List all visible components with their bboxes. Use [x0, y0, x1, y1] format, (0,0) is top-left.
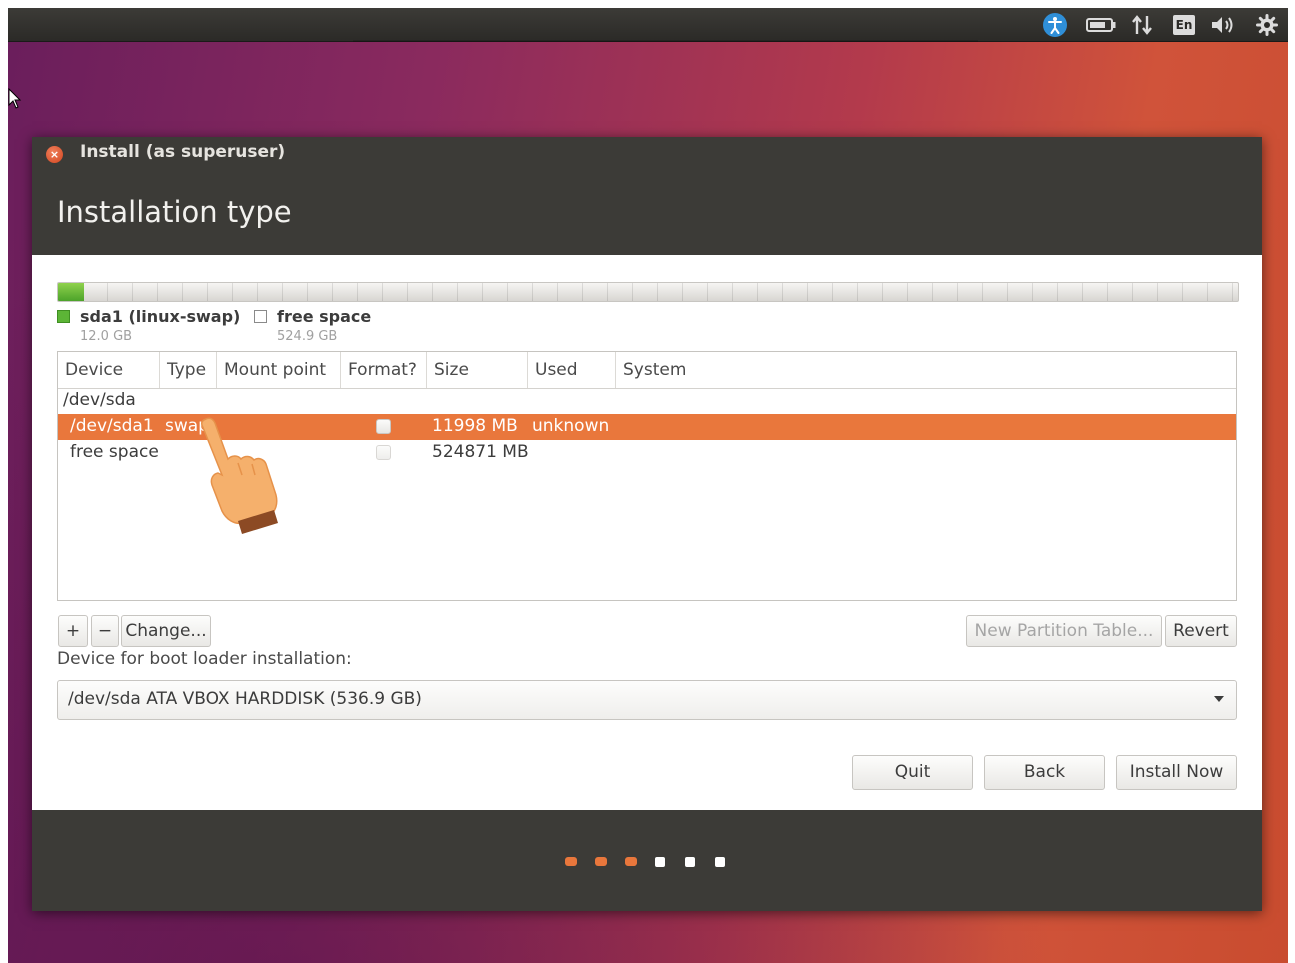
change-partition-button[interactable]: Change...: [121, 615, 211, 647]
legend-size-free: 524.9 GB: [277, 329, 338, 344]
legend-label-free: free space: [277, 307, 372, 326]
desktop: En × Install (as superuser) Installation…: [8, 8, 1288, 963]
column-format[interactable]: Format?: [341, 352, 427, 388]
format-checkbox[interactable]: [376, 419, 391, 434]
column-device[interactable]: Device: [58, 352, 160, 388]
progress-footer: [32, 810, 1262, 911]
column-system[interactable]: System: [616, 352, 1236, 388]
bootloader-device-select[interactable]: /dev/sda ATA VBOX HARDDISK (536.9 GB): [57, 680, 1237, 720]
settings-gear-icon[interactable]: [1253, 12, 1281, 38]
new-partition-table-button[interactable]: New Partition Table...: [966, 615, 1162, 647]
installer-window: × Install (as superuser) Installation ty…: [32, 137, 1262, 911]
window-titlebar: × Install (as superuser) Installation ty…: [32, 137, 1262, 255]
bootloader-selected-value: /dev/sda ATA VBOX HARDDISK (536.9 GB): [68, 689, 422, 709]
remove-partition-button[interactable]: −: [91, 615, 119, 647]
progress-dot-pending: [655, 857, 665, 867]
cell-used: unknown: [532, 416, 610, 436]
legend-size-swap: 12.0 GB: [80, 329, 133, 344]
table-row[interactable]: /dev/sda: [58, 388, 1236, 414]
page-title: Installation type: [57, 195, 292, 229]
partition-bar: [57, 282, 1239, 302]
bootloader-label: Device for boot loader installation:: [57, 649, 352, 669]
mouse-cursor-icon: [8, 88, 22, 109]
cell-device: /dev/sda1: [70, 416, 154, 436]
battery-icon[interactable]: [1084, 12, 1118, 38]
top-panel: En: [8, 8, 1288, 42]
language-indicator: En: [1173, 15, 1195, 35]
accessibility-icon[interactable]: [1040, 12, 1070, 38]
cell-size: 524871 MB: [432, 442, 529, 462]
cell-device: free space: [70, 442, 159, 462]
back-button[interactable]: Back: [984, 755, 1105, 790]
cell-device: /dev/sda: [63, 390, 136, 410]
install-now-button[interactable]: Install Now: [1116, 755, 1237, 790]
column-mount-point[interactable]: Mount point: [217, 352, 341, 388]
progress-dot-done: [625, 857, 637, 866]
add-partition-button[interactable]: +: [58, 615, 88, 647]
column-size[interactable]: Size: [427, 352, 528, 388]
window-title: Install (as superuser): [80, 142, 286, 162]
network-transfer-icon[interactable]: [1128, 12, 1156, 38]
installer-content: sda1 (linux-swap) 12.0 GB free space 524…: [32, 255, 1262, 810]
format-checkbox[interactable]: [376, 445, 391, 460]
column-type[interactable]: Type: [160, 352, 217, 388]
legend-swatch-free: [254, 310, 267, 323]
table-header: Device Type Mount point Format? Size Use…: [58, 352, 1236, 389]
keyboard-layout-icon[interactable]: En: [1170, 12, 1198, 38]
cell-size: 11998 MB: [432, 416, 518, 436]
volume-icon[interactable]: [1208, 12, 1240, 38]
partition-bar-swap-segment: [58, 283, 85, 301]
progress-dot-pending: [715, 857, 725, 867]
quit-button[interactable]: Quit: [852, 755, 973, 790]
column-used[interactable]: Used: [528, 352, 616, 388]
legend-swatch-swap: [57, 310, 70, 323]
legend-label-swap: sda1 (linux-swap): [80, 307, 241, 326]
progress-dot-pending: [685, 857, 695, 867]
close-icon[interactable]: ×: [46, 146, 63, 163]
progress-dot-done: [595, 857, 607, 866]
chevron-down-icon: [1214, 696, 1224, 702]
revert-button[interactable]: Revert: [1165, 615, 1237, 647]
pointing-hand-icon: [201, 417, 278, 534]
progress-dot-done: [565, 857, 577, 866]
partition-table: Device Type Mount point Format? Size Use…: [57, 351, 1237, 601]
